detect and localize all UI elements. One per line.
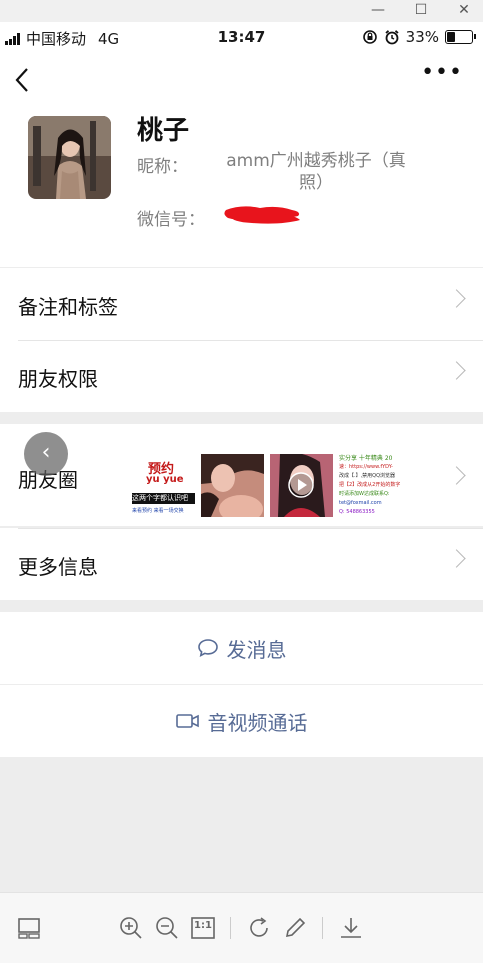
chat-bubble-icon <box>197 639 218 658</box>
rotation-lock-icon <box>362 30 377 44</box>
redacted-wechat-id <box>224 206 300 224</box>
more-options-button[interactable]: ••• <box>421 60 463 85</box>
battery-icon <box>445 30 476 44</box>
thumb-banner: 这两个字都认识吧 <box>132 493 195 504</box>
chevron-right-icon <box>447 466 466 485</box>
moments-thumb-2 <box>201 454 264 517</box>
video-call-label: 音视频通话 <box>207 710 308 735</box>
send-message-label: 发消息 <box>226 637 287 662</box>
chevron-right-icon <box>447 289 466 308</box>
maximize-button[interactable]: ☐ <box>406 0 436 22</box>
more-info-row[interactable]: 更多信息 <box>0 528 483 600</box>
more-info-label: 更多信息 <box>18 555 98 579</box>
thumb-line: 时请添加W达成联系Q: <box>339 491 390 497</box>
nickname-value: amm广州越秀桃子（真照） <box>226 151 406 193</box>
friend-permissions-row[interactable]: 朋友权限 <box>0 340 483 412</box>
video-camera-icon <box>175 714 199 728</box>
moments-thumbnails: 预约 yu yue 这两个字都认识吧 来看预约 来看一场交换 实分享 十年精典 … <box>132 454 402 517</box>
chevron-right-icon <box>447 361 466 380</box>
wechat-id-label: 微信号： <box>137 210 205 230</box>
avatar[interactable] <box>28 116 111 199</box>
moments-thumb-4: 实分享 十年精典 20 速：https://www.fYDY- 改成【.】,禁用… <box>339 454 402 517</box>
layout-icon[interactable] <box>16 915 42 941</box>
friend-permissions-label: 朋友权限 <box>18 367 98 391</box>
close-button[interactable]: ✕ <box>449 0 479 22</box>
moments-thumb-1: 预约 yu yue 这两个字都认识吧 来看预约 来看一场交换 <box>132 454 195 517</box>
thumb-line: 把【2】改成从2开始的数字 <box>339 482 401 488</box>
contact-name: 桃子 <box>137 116 190 146</box>
thumb-caption: 来看预约 来看一场交换 <box>132 508 184 514</box>
toolbar-divider <box>230 917 231 939</box>
chevron-right-icon <box>447 549 466 568</box>
zoom-in-icon[interactable] <box>118 915 144 941</box>
download-icon[interactable] <box>338 915 364 941</box>
remark-tags-label: 备注和标签 <box>18 295 118 319</box>
send-message-button[interactable]: 发消息 <box>0 612 483 684</box>
edit-icon[interactable] <box>282 915 308 941</box>
nickname-label: 昵称： <box>137 157 188 177</box>
thumb-line: 改成【.】,禁用QQ浏览器 <box>339 473 396 479</box>
moments-row[interactable]: 朋友圈 预约 yu yue 这两个字都认识吧 来看预约 来看一场交换 实分享 十… <box>0 424 483 526</box>
alarm-icon <box>385 30 399 45</box>
video-call-button[interactable]: 音视频通话 <box>0 685 483 757</box>
actual-size-label: 1:1 <box>194 920 212 931</box>
floating-back-button[interactable]: ‹ <box>24 432 68 476</box>
remark-tags-row[interactable]: 备注和标签 <box>0 268 483 340</box>
profile-card: 桃子 昵称： amm广州越秀桃子（真照） 微信号： <box>0 104 483 267</box>
thumb-line: 速：https://www.fYDY- <box>339 464 393 470</box>
thumb-line: Q: 548863355 <box>339 509 375 515</box>
toolbar-divider <box>322 917 323 939</box>
thumb-subtitle: yu yue <box>146 474 184 485</box>
battery-percent: 33% <box>405 28 439 46</box>
status-bar: 中国移动 4G 13:47 33% <box>0 22 483 54</box>
nav-bar: ••• <box>0 54 483 104</box>
zoom-out-icon[interactable] <box>154 915 180 941</box>
thumb-line: 实分享 十年精典 20 <box>339 455 393 462</box>
viewer-toolbar: 1:1 <box>0 892 483 963</box>
window-title-bar: — ☐ ✕ <box>0 0 483 22</box>
minimize-button[interactable]: — <box>363 0 393 22</box>
actual-size-icon[interactable]: 1:1 <box>190 915 216 941</box>
back-icon[interactable] <box>14 66 30 94</box>
rotate-icon[interactable] <box>246 915 272 941</box>
thumb-line: tet@foxmail.com <box>339 500 382 506</box>
moments-thumb-3-video <box>270 454 333 517</box>
